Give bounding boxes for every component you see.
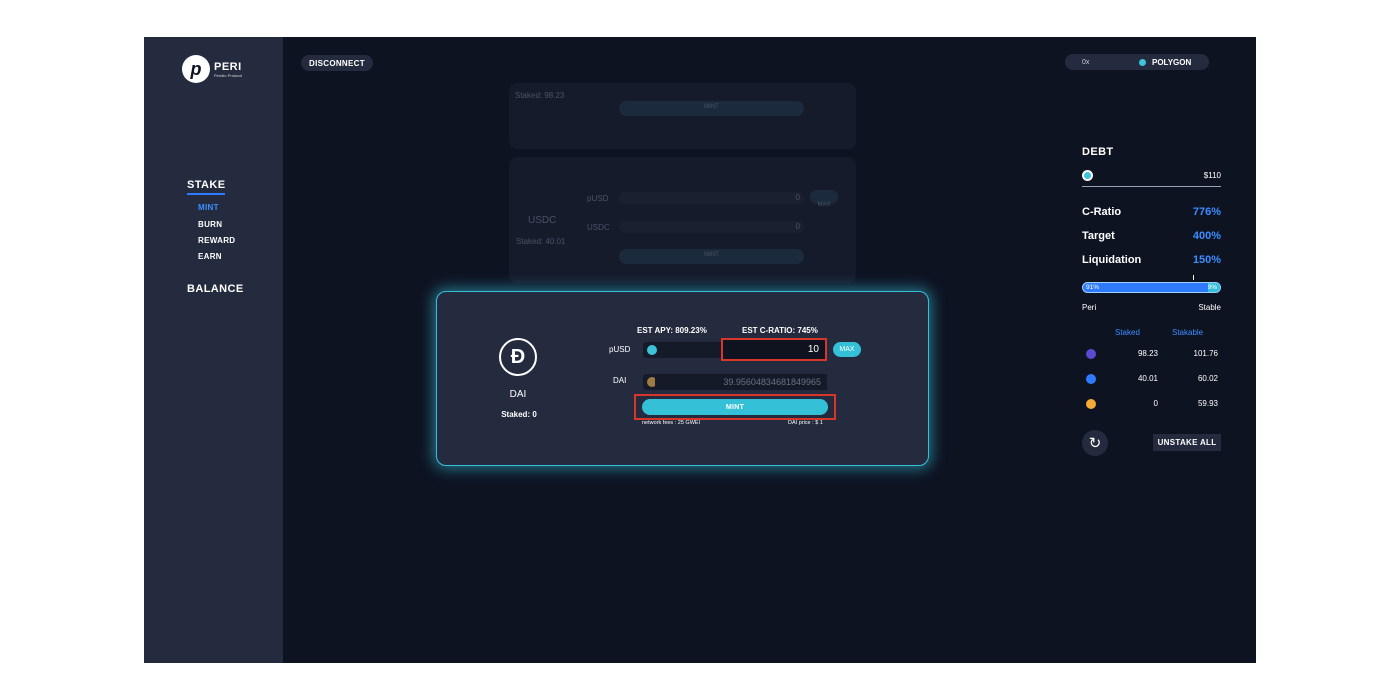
nav-burn[interactable]: BURN — [198, 220, 222, 229]
nav-earn[interactable]: EARN — [198, 252, 222, 261]
network-fees: network fees : 25 GWEI — [642, 420, 701, 426]
stable-percent: 9% — [1207, 284, 1217, 291]
usdc-pusd-label: pUSD — [587, 194, 609, 203]
mint-button-disabled: MINT — [619, 101, 804, 116]
peri-logo[interactable]: p PERI Peridio Protocol — [182, 55, 242, 83]
dai-amount-field[interactable]: 39.95604834681849965 — [655, 374, 827, 390]
est-c-ratio: EST C-RATIO: 745% — [742, 326, 818, 335]
pusd-token-icon — [647, 345, 657, 355]
debt-divider — [1082, 186, 1221, 187]
max-button[interactable]: MAX — [833, 342, 861, 357]
target-label: Target — [1082, 230, 1115, 242]
sidebar: p PERI Peridio Protocol STAKE MINT BURN … — [144, 37, 283, 663]
dai-label: DAI — [613, 376, 627, 385]
nav-balance[interactable]: BALANCE — [187, 283, 244, 295]
usdc-pusd-field: 0 — [619, 192, 804, 204]
brand-name: PERI — [214, 60, 242, 73]
staking-card-peri: Staked: 98.23 MINT — [509, 83, 856, 149]
disconnect-button[interactable]: DISCONNECT — [301, 55, 373, 71]
coin-name: DAI — [509, 389, 527, 400]
network-name: POLYGON — [1152, 57, 1192, 67]
usdc-staked: Staked: 40.01 — [516, 237, 566, 246]
bar-label-stable: Stable — [1198, 303, 1221, 312]
brand-tagline: Peridio Protocol — [214, 72, 243, 78]
peri-percent: 91% — [1086, 284, 1100, 291]
liquidation-label: Liquidation — [1082, 254, 1142, 266]
liquidation-value: 150% — [1192, 254, 1221, 266]
usdc-mint-button: MINT — [619, 249, 804, 264]
usdc-name: USDC — [528, 215, 557, 226]
dai-coin-icon: Đ — [499, 338, 537, 376]
debt-value: $110 — [1203, 171, 1221, 180]
target-marker — [1193, 275, 1194, 280]
app-window: p PERI Peridio Protocol STAKE MINT BURN … — [144, 37, 1256, 663]
nav-stake[interactable]: STAKE — [187, 179, 226, 195]
row-stakable-value: 59.93 — [1197, 399, 1218, 408]
peri-token-icon — [1086, 349, 1096, 359]
staking-card-usdc: USDC Staked: 40.01 pUSD 0 MAX USDC 0 MIN… — [509, 157, 856, 283]
staked-label: Staked: 98.23 — [515, 91, 565, 100]
network-status-icon — [1139, 58, 1146, 66]
dai-mint-modal: Đ DAI Staked: 0 EST APY: 809.23% EST C-R… — [436, 291, 929, 466]
mint-button[interactable]: MINT — [642, 399, 828, 415]
pusd-amount-input[interactable]: 10 — [721, 338, 827, 361]
usdc-max-button: MAX — [810, 190, 838, 208]
col-stakable: Stakable — [1172, 328, 1204, 337]
row-staked-value: 0 — [1153, 399, 1158, 408]
pusd-label: pUSD — [609, 345, 631, 354]
row-staked-value: 40.01 — [1137, 374, 1158, 383]
nav-mint[interactable]: MINT — [198, 203, 219, 212]
nav-reward[interactable]: REWARD — [198, 236, 235, 245]
row-staked-value: 98.23 — [1137, 349, 1158, 358]
debt-title: DEBT — [1082, 146, 1114, 158]
row-stakable-value: 60.02 — [1197, 374, 1218, 383]
bar-label-peri: Peri — [1082, 303, 1097, 312]
peri-logo-icon: p — [182, 55, 210, 83]
usdc-usdc-label: USDC — [587, 223, 610, 232]
dai-price: DAI price : $ 1 — [788, 420, 823, 426]
target-value: 400% — [1192, 230, 1221, 242]
pusd-debt-icon — [1082, 170, 1093, 181]
pusd-field-icon-area — [643, 342, 723, 358]
dai-token-icon — [1086, 399, 1096, 409]
unstake-all-button[interactable]: UNSTAKE ALL — [1153, 434, 1221, 451]
network-selector[interactable]: 0x POLYGON — [1065, 54, 1209, 70]
usdc-usdc-field: 0 — [619, 221, 804, 233]
col-staked: Staked — [1115, 328, 1140, 337]
peri-stable-ratio-bar: 91% 9% — [1082, 282, 1221, 293]
wallet-address: 0x — [1082, 58, 1090, 66]
c-ratio-value: 776% — [1192, 206, 1221, 218]
coin-staked: Staked: 0 — [501, 410, 537, 419]
est-apy: EST APY: 809.23% — [637, 326, 707, 335]
c-ratio-label: C-Ratio — [1082, 206, 1122, 218]
row-stakable-value: 101.76 — [1193, 349, 1218, 358]
refresh-icon[interactable]: ↻ — [1082, 430, 1108, 456]
usdc-token-icon — [1086, 374, 1096, 384]
